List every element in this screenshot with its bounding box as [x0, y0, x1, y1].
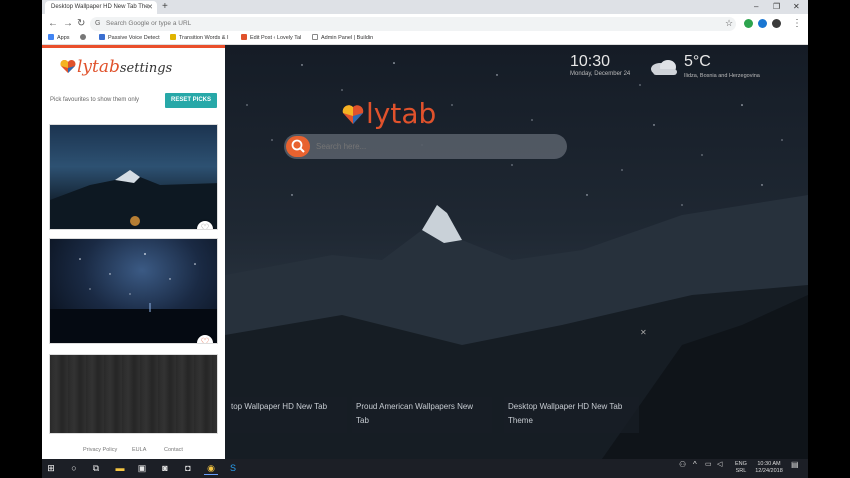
contact-link[interactable]: Contact	[164, 447, 183, 453]
google-icon: G	[95, 20, 101, 27]
task-view-icon[interactable]: ⧉	[89, 462, 103, 475]
settings-logo-suffix: settings	[119, 61, 173, 76]
weather-location: Ilidza, Bosnia and Herzegovina	[684, 73, 760, 79]
address-placeholder: Search Google or type a URL	[106, 20, 192, 27]
search-button[interactable]	[286, 136, 310, 157]
favorite-heart-icon[interactable]: ♡	[197, 335, 213, 343]
thumbnail-link[interactable]: top Wallpaper HD New Tab	[227, 397, 347, 433]
cloud-icon	[651, 60, 677, 75]
bookmark-star-icon[interactable]: ☆	[725, 16, 733, 31]
language-indicator[interactable]: ENG SRL	[735, 461, 747, 475]
bookmark-favicon	[99, 34, 105, 40]
weather-temperature: 5°C	[684, 53, 711, 70]
address-bar[interactable]: G Search Google or type a URL	[90, 17, 736, 31]
settings-logo-brand: lytab	[77, 57, 120, 77]
extension-icon[interactable]	[772, 19, 781, 28]
taskbar: ⊞ ○ ⧉ ▬ ▣ ◙ ◘ ◉ S ⚇ ^ ▭ ◁ ENG SRL 10:30 A…	[42, 459, 808, 478]
reset-picks-button[interactable]: RESET PICKS	[165, 93, 217, 108]
brand-text: lytab	[366, 97, 437, 130]
thumbnail-link[interactable]: Desktop Wallpaper HD New Tab Theme	[504, 397, 639, 433]
tab-active[interactable]: Desktop Wallpaper HD New Tab The ✕	[45, 1, 157, 14]
minimize-icon[interactable]: –	[754, 0, 758, 14]
bookmark-favicon	[170, 34, 176, 40]
clock-time: 10:30	[570, 53, 611, 70]
notifications-icon[interactable]: ▤	[791, 461, 799, 469]
bookmark-transition-words[interactable]: Transition Words & I	[170, 33, 229, 44]
apps-icon	[48, 34, 54, 40]
tab-strip: Desktop Wallpaper HD New Tab The ✕ + – ❐…	[42, 0, 808, 14]
bookmark-edit-post[interactable]: Edit Post ‹ Lovely Tal	[241, 33, 301, 44]
tray-up-icon[interactable]: ^	[693, 461, 697, 469]
favorite-heart-icon[interactable]: ♡	[197, 221, 213, 229]
heart-logo-icon	[342, 105, 364, 124]
close-icon[interactable]: ✕	[640, 328, 647, 337]
thumbnail-link[interactable]: Proud American Wallpapers New Tab	[352, 397, 492, 433]
search-icon[interactable]: ○	[67, 462, 81, 475]
menu-icon[interactable]: ⋮	[792, 16, 802, 31]
document-icon	[312, 34, 318, 40]
skype-icon[interactable]: S	[226, 462, 240, 475]
bookmark-favicon	[241, 34, 247, 40]
volume-icon[interactable]: ◁	[717, 461, 722, 468]
bookmark-admin-panel[interactable]: Admin Panel | Buildin	[312, 33, 373, 44]
privacy-policy-link[interactable]: Privacy Policy	[83, 447, 117, 453]
app-icon[interactable]: ◘	[181, 462, 195, 475]
bookmark-passive-voice[interactable]: Passive Voice Detect	[99, 33, 160, 44]
people-icon[interactable]: ⚇	[679, 461, 686, 469]
start-icon[interactable]: ⊞	[44, 462, 58, 475]
settings-panel: lytabsettings Pick favourites to show th…	[42, 45, 225, 459]
wallpaper-image	[50, 253, 217, 343]
clock-widget: 10:30 Monday, December 24	[570, 53, 630, 77]
picks-hint: Pick favourites to show them only	[50, 97, 140, 103]
clock-date: Monday, December 24	[570, 71, 631, 77]
back-icon[interactable]: ←	[48, 16, 58, 31]
bookmark-history[interactable]	[80, 33, 89, 44]
wallpaper-card[interactable]: ♡	[49, 124, 218, 230]
wallpaper-card[interactable]: ♡	[49, 238, 218, 344]
network-icon[interactable]: ▭	[705, 461, 712, 468]
heart-logo-icon	[60, 59, 76, 73]
tab-title: Desktop Wallpaper HD New Tab The	[51, 4, 149, 10]
screen: Desktop Wallpaper HD New Tab The ✕ + – ❐…	[0, 0, 850, 478]
file-explorer-icon[interactable]: ▬	[113, 462, 127, 475]
maximize-icon[interactable]: ❐	[773, 0, 780, 14]
browser-window: Desktop Wallpaper HD New Tab The ✕ + – ❐…	[42, 0, 808, 459]
grammarly-icon[interactable]	[744, 19, 753, 28]
new-tab-icon[interactable]: +	[162, 0, 168, 14]
wallpaper-image	[50, 170, 217, 229]
forward-icon[interactable]: →	[63, 16, 73, 31]
extension-heart-icon[interactable]	[758, 19, 767, 28]
search-box[interactable]	[284, 134, 567, 159]
settings-logo: lytabsettings	[59, 57, 172, 77]
eula-link[interactable]: EULA	[132, 447, 146, 453]
close-tab-icon[interactable]: ✕	[147, 1, 153, 14]
reload-icon[interactable]: ↻	[77, 16, 85, 31]
window-close-icon[interactable]: ✕	[793, 0, 800, 14]
search-input[interactable]	[316, 134, 556, 159]
store-icon[interactable]: ◙	[158, 462, 172, 475]
bookmarks-bar: Apps Passive Voice Detect Transition Wor…	[42, 33, 808, 45]
wallpaper-card[interactable]	[49, 354, 218, 434]
system-clock[interactable]: 10:30 AM 12/24/2018	[751, 461, 787, 475]
chrome-icon[interactable]: ◉	[204, 462, 218, 475]
photos-icon[interactable]: ▣	[135, 462, 149, 475]
search-icon	[291, 139, 305, 153]
bookmark-apps[interactable]: Apps	[48, 33, 70, 44]
lytab-logo: lytab	[340, 97, 436, 130]
toolbar: ← → ↻ G Search Google or type a URL ☆ ⋮	[42, 14, 808, 33]
history-icon	[80, 34, 86, 40]
